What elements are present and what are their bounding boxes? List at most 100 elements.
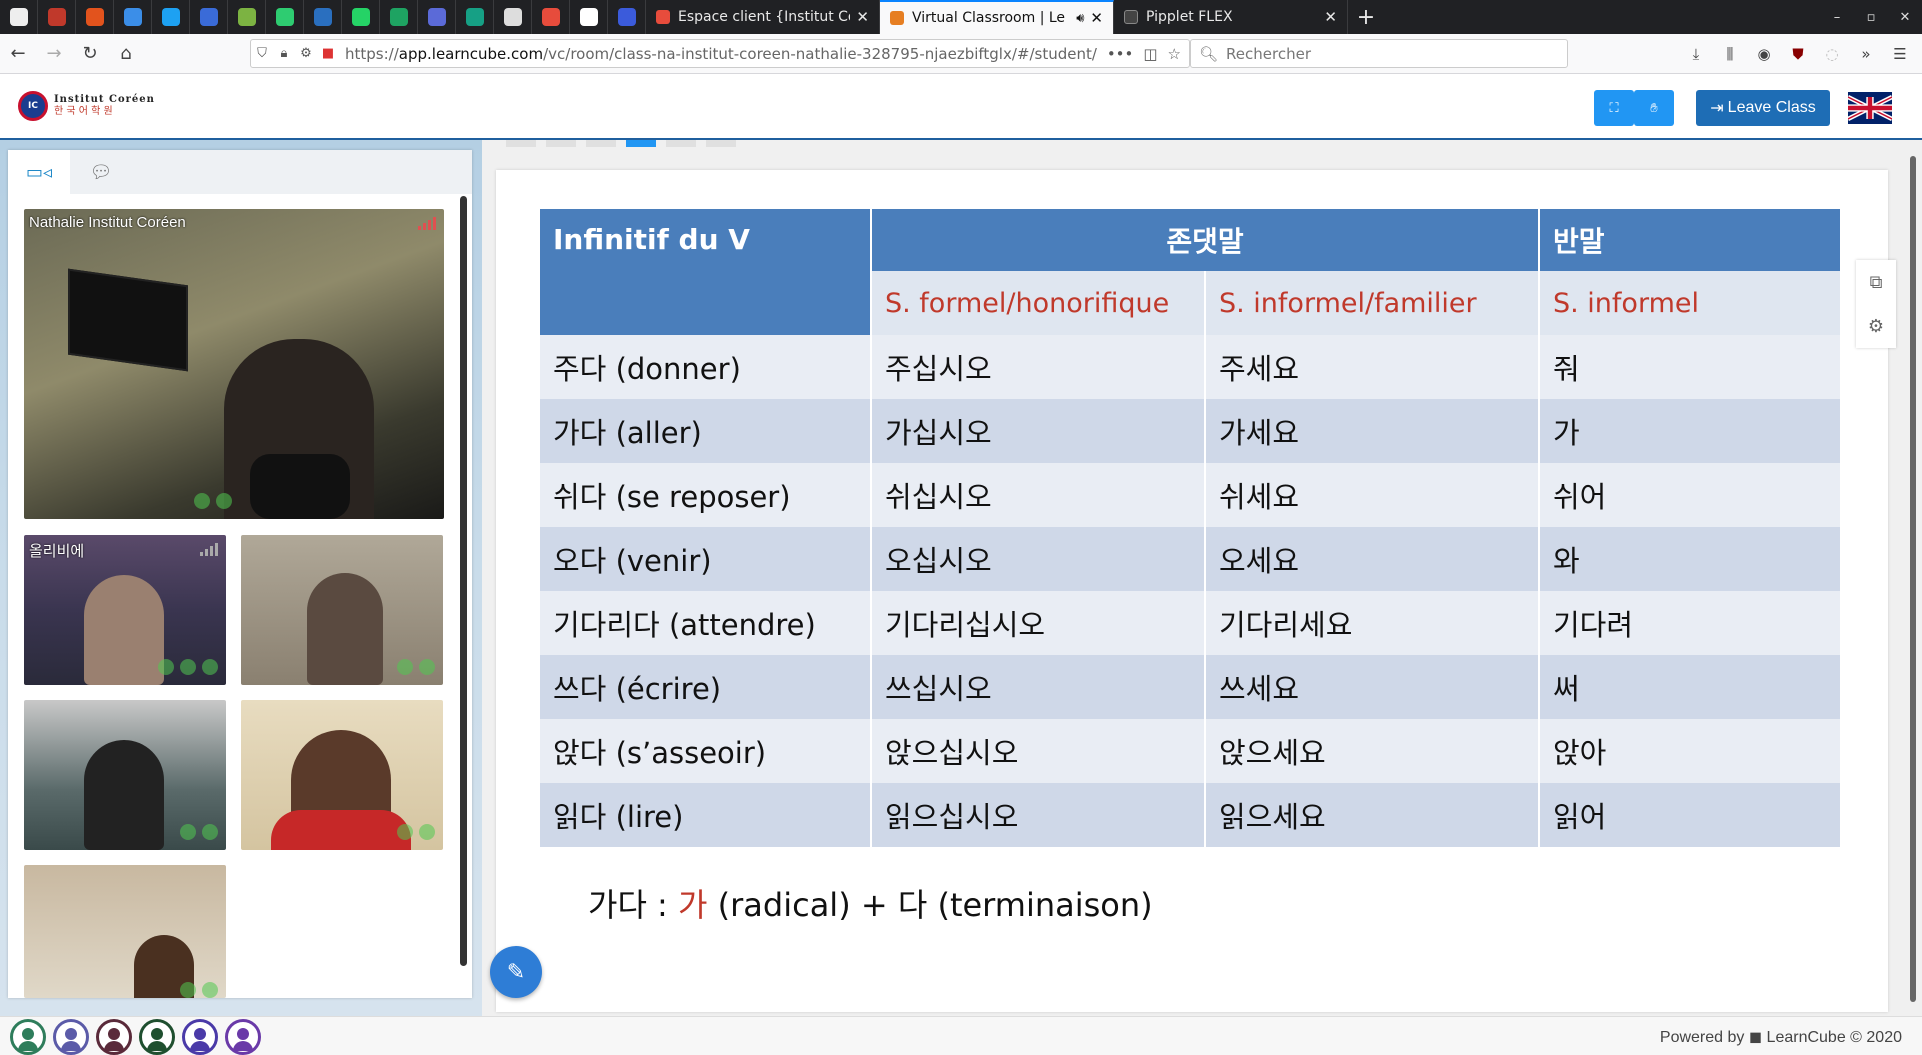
table-cell: 줘 [1540,335,1840,399]
tab-pipplet[interactable]: Pipplet FLEX ✕ [1114,0,1348,34]
pinned-tab[interactable] [608,0,646,34]
pinned-tab[interactable] [304,0,342,34]
page-dot[interactable] [666,140,696,147]
permissions-icon[interactable]: ⚙ [295,46,317,61]
tab-espace-client[interactable]: Espace client {Institut Co ✕ [646,0,880,34]
leave-class-button[interactable]: ⇥ Leave Class [1696,90,1830,126]
screen-icon[interactable] [202,659,218,675]
institut-coreen-logo: IC Institut Coréen 한 국 어 학 원 [18,91,155,121]
page-dot-active[interactable] [626,140,656,147]
menu-icon[interactable]: ☰ [1884,38,1916,70]
microphone-icon[interactable] [180,824,196,840]
minimize-icon[interactable]: – [1820,0,1854,34]
table-cell: 앉으십시오 [872,719,1204,783]
tab-virtual-classroom[interactable]: Virtual Classroom | Le 🔊︎ ✕ [880,0,1114,34]
camera-permission-icon[interactable]: ■ [317,46,339,61]
library-icon[interactable]: ⫼ [1714,38,1746,70]
participant-avatar-icon[interactable] [96,1019,132,1055]
video-tile-participant-4[interactable] [241,700,443,850]
video-tile-participant-3[interactable] [24,700,226,850]
microphone-icon[interactable] [397,824,413,840]
close-window-icon[interactable]: ✕ [1888,0,1922,34]
pinned-tab[interactable] [228,0,266,34]
pinned-tab[interactable] [114,0,152,34]
copy-page-icon[interactable]: ⧉ [1870,272,1883,293]
more-actions-icon[interactable]: ••• [1107,45,1134,63]
pinned-tab[interactable] [570,0,608,34]
back-icon[interactable]: ← [0,38,36,70]
camera-icon[interactable] [202,982,218,998]
new-tab-button[interactable]: + [1348,0,1384,34]
pinned-tab[interactable] [342,0,380,34]
participant-avatar-icon[interactable] [182,1019,218,1055]
pinned-tab[interactable] [0,0,38,34]
ublock-icon[interactable]: ⛊ [1782,38,1814,70]
forward-icon[interactable]: → [36,38,72,70]
camera-icon[interactable] [202,824,218,840]
video-tile-olivier[interactable]: 올리비에 [24,535,226,685]
pinned-tab[interactable] [38,0,76,34]
pinned-tab[interactable] [494,0,532,34]
logo-title: Institut Coréen [54,94,155,105]
participant-avatar-icon[interactable] [53,1019,89,1055]
pinned-tab[interactable] [190,0,228,34]
reload-icon[interactable]: ↻ [72,38,108,70]
participant-avatar-icon[interactable] [10,1019,46,1055]
uk-flag-icon[interactable] [1848,92,1892,124]
camera-icon[interactable] [419,824,435,840]
pinned-tab[interactable] [418,0,456,34]
page-dot[interactable] [586,140,616,147]
formula-radical-label: (radical) + [717,886,888,924]
main-scrollbar[interactable] [1910,156,1916,1002]
annotate-pen-button[interactable]: ✎ [490,946,542,998]
tab-chat[interactable]: 💬︎ [70,150,132,194]
pinned-tab[interactable] [152,0,190,34]
participant-name: 올리비에 [29,543,85,560]
extension-icon[interactable]: ◌ [1816,38,1848,70]
restore-icon[interactable]: ▫ [1854,0,1888,34]
url-bar[interactable]: ⛉ 🔒︎ ⚙ ■ https://app.learncube.com/vc/ro… [250,39,1190,68]
pinned-tab[interactable] [380,0,418,34]
close-tab-icon[interactable]: ✕ [856,8,869,26]
pinned-tab[interactable] [266,0,304,34]
video-main-teacher[interactable]: Nathalie Institut Coréen [24,209,444,519]
pinned-tab[interactable] [456,0,494,34]
page-dot[interactable] [546,140,576,147]
table-cell: 기다리십시오 [872,591,1204,655]
camera-icon[interactable] [216,493,232,509]
microphone-icon[interactable] [158,659,174,675]
close-tab-icon[interactable]: ✕ [1090,9,1103,27]
participant-avatar-icon[interactable] [139,1019,175,1055]
bookmark-star-icon[interactable]: ☆ [1168,45,1181,63]
overflow-icon[interactable]: » [1850,38,1882,70]
lock-icon[interactable]: 🔒︎ [273,46,295,61]
speaker-icon[interactable]: 🔊︎ [1076,11,1084,26]
settings-gear-icon[interactable]: ⚙ [1868,316,1884,337]
shield-icon[interactable]: ⛉ [251,46,273,61]
account-icon[interactable]: ◉ [1748,38,1780,70]
participant-avatar-icon[interactable] [225,1019,261,1055]
microphone-icon[interactable] [397,659,413,675]
video-panel-scrollbar[interactable] [460,196,467,966]
search-input[interactable]: 🔍︎ Rechercher [1190,39,1568,68]
download-icon[interactable]: ⤓ [1680,38,1712,70]
camera-icon[interactable] [180,659,196,675]
close-tab-icon[interactable]: ✕ [1324,8,1337,26]
pocket-icon[interactable]: ◫ [1143,45,1157,63]
microphone-icon[interactable] [194,493,210,509]
powered-by-text: Powered by ◼ LearnCube © 2020 [1659,1029,1902,1046]
microphone-icon[interactable] [180,982,196,998]
app-header: IC Institut Coréen 한 국 어 학 원 ⛶ ✋︎ ⇥ Leave … [0,74,1922,140]
page-dot[interactable] [506,140,536,147]
page-dot[interactable] [706,140,736,147]
chat-icon: 💬︎ [89,161,113,183]
raise-hand-button[interactable]: ✋︎ [1634,90,1674,126]
pinned-tab[interactable] [76,0,114,34]
home-icon[interactable]: ⌂ [108,38,144,70]
video-tile-participant-5[interactable] [24,865,226,998]
fullscreen-button[interactable]: ⛶ [1594,90,1634,126]
tab-video[interactable]: ▭◃ [8,150,70,194]
video-tile-participant-2[interactable] [241,535,443,685]
camera-icon[interactable] [419,659,435,675]
pinned-tab[interactable] [532,0,570,34]
